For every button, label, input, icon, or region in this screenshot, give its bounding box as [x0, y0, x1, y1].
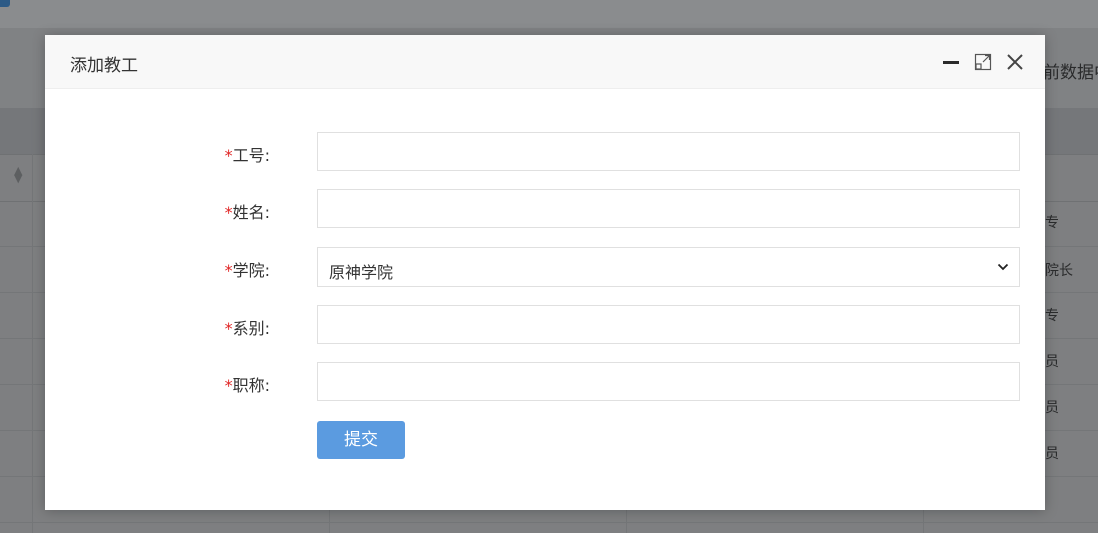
required-mark: * — [224, 146, 233, 165]
background-cell: 专 — [1045, 215, 1059, 231]
background-cell: 员 — [1045, 354, 1059, 370]
required-mark: * — [224, 319, 233, 338]
job-title-input[interactable] — [317, 362, 1020, 401]
background-cell: 院长 — [1045, 263, 1073, 279]
form-row-staff-id: *工号: — [45, 132, 1045, 172]
close-icon — [1007, 54, 1023, 70]
maximize-icon — [974, 53, 992, 71]
form-row-name: *姓名: — [45, 189, 1045, 229]
department-input[interactable] — [317, 305, 1020, 344]
required-mark: * — [224, 261, 233, 280]
form-row-college: *学院: 原神学院 — [45, 247, 1045, 287]
minimize-icon — [943, 61, 959, 64]
close-button[interactable] — [1004, 51, 1026, 73]
add-staff-dialog: 添加教工 *工号: *姓名: *学院: 原神学院 *系别: *职称: 提交 — [45, 35, 1045, 510]
required-mark: * — [224, 376, 233, 395]
job-title-label: *职称: — [224, 376, 270, 395]
dialog-title: 添加教工 — [70, 56, 138, 76]
name-label: *姓名: — [224, 203, 270, 222]
form-row-title: *职称: — [45, 362, 1045, 402]
college-selected-value: 原神学院 — [329, 263, 394, 282]
background-cell: 员 — [1045, 400, 1059, 416]
college-select[interactable]: 原神学院 — [317, 247, 1020, 287]
background-menu-tab — [0, 0, 10, 7]
background-toolbar-text: 前数据中 — [1043, 63, 1098, 83]
staff-id-input[interactable] — [317, 132, 1020, 171]
minimize-button[interactable] — [940, 51, 962, 73]
maximize-button[interactable] — [972, 51, 994, 73]
background-cell: 专 — [1045, 308, 1059, 324]
background-cell: 员 — [1045, 446, 1059, 462]
background-topbar — [0, 0, 1098, 28]
sort-icon: ▲ ▼ — [14, 164, 23, 185]
required-mark: * — [224, 203, 233, 222]
background-column-divider — [32, 154, 33, 533]
college-label: *学院: — [224, 261, 270, 280]
chevron-down-icon — [997, 263, 1009, 271]
staff-id-label: *工号: — [224, 146, 270, 165]
form-row-department: *系别: — [45, 305, 1045, 345]
name-input[interactable] — [317, 189, 1020, 228]
dialog-header[interactable]: 添加教工 — [45, 35, 1045, 89]
department-label: *系别: — [224, 319, 270, 338]
submit-button[interactable]: 提交 — [317, 421, 405, 459]
